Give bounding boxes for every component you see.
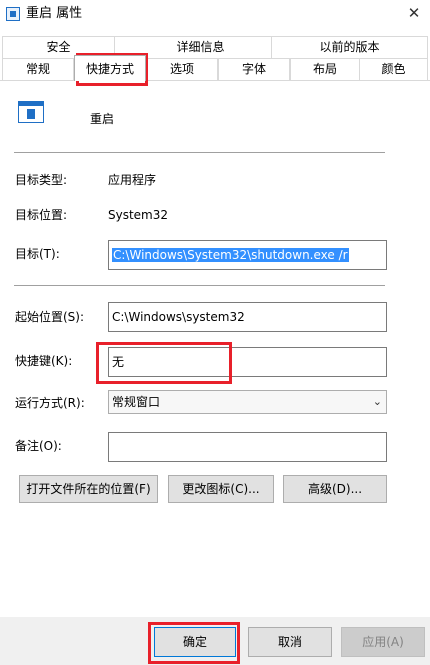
- tab-options[interactable]: 选项: [146, 58, 218, 80]
- comment-input[interactable]: [108, 432, 387, 462]
- tab-general[interactable]: 常规: [2, 58, 74, 80]
- tab-color[interactable]: 颜色: [359, 58, 428, 80]
- comment-label: 备注(O):: [15, 439, 62, 453]
- close-button[interactable]: ✕: [398, 0, 430, 28]
- shortcut-name: 重启: [90, 112, 115, 126]
- shortcut-key-input[interactable]: 无: [108, 347, 387, 377]
- tab-font[interactable]: 字体: [218, 58, 290, 80]
- change-icon-button[interactable]: 更改图标(C)...: [168, 475, 274, 503]
- target-location-value: System32: [108, 208, 169, 222]
- target-label: 目标(T):: [15, 247, 60, 261]
- title-bar: 重启 属性 ✕: [0, 0, 430, 30]
- target-type-value: 应用程序: [108, 173, 157, 187]
- divider: [14, 285, 385, 286]
- target-input[interactable]: C:\Windows\System32\shutdown.exe /r: [108, 240, 387, 270]
- chevron-down-icon: ⌄: [372, 395, 382, 408]
- advanced-button[interactable]: 高级(D)...: [283, 475, 387, 503]
- target-location-label: 目标位置:: [15, 208, 68, 222]
- start-in-input[interactable]: C:\Windows\system32: [108, 302, 387, 332]
- tab-layout[interactable]: 布局: [290, 58, 360, 80]
- cancel-button[interactable]: 取消: [248, 627, 332, 657]
- shortcut-key-label: 快捷键(K):: [15, 354, 73, 368]
- shortcut-file-icon: [6, 7, 20, 21]
- open-file-location-button[interactable]: 打开文件所在的位置(F): [19, 475, 158, 503]
- start-in-label: 起始位置(S):: [15, 310, 85, 324]
- target-type-label: 目标类型:: [15, 173, 68, 187]
- run-mode-value: 常规窗口: [112, 395, 161, 409]
- tab-shortcut[interactable]: 快捷方式: [74, 55, 146, 81]
- run-label: 运行方式(R):: [15, 396, 85, 410]
- divider: [14, 152, 385, 153]
- run-mode-select[interactable]: 常规窗口 ⌄: [108, 390, 387, 414]
- shortcut-app-icon: [18, 101, 44, 123]
- window-title: 重启 属性: [26, 6, 83, 21]
- target-input-text: C:\Windows\System32\shutdown.exe /r: [112, 248, 349, 262]
- ok-button[interactable]: 确定: [154, 627, 236, 657]
- apply-button[interactable]: 应用(A): [341, 627, 425, 657]
- tab-previous-versions[interactable]: 以前的版本: [271, 36, 428, 58]
